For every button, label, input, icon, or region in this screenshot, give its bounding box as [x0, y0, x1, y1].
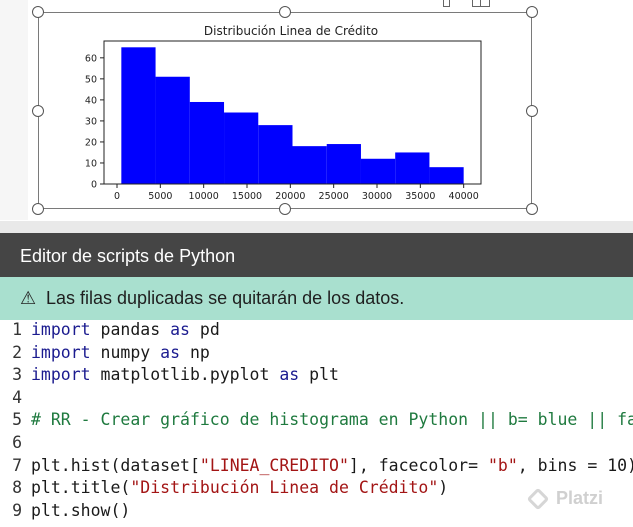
histogram-bar-3 [189, 101, 225, 184]
histogram-bar-1 [121, 47, 156, 184]
line-number: 9 [12, 500, 22, 520]
line-number: 3 [12, 365, 22, 385]
chart-title: Distribución Linea de Crédito [204, 24, 378, 38]
code-line-5[interactable]: 5 # RR - Crear gráfico de histograma en P… [0, 410, 633, 432]
x-tick-label: 20000 [275, 191, 305, 202]
pane-separator[interactable] [0, 221, 633, 233]
line-number: 6 [12, 433, 22, 452]
code-line-2[interactable]: 2 import numpy as np [0, 343, 210, 365]
histogram-bar-5 [258, 125, 293, 184]
line-number: 7 [12, 455, 22, 475]
x-tick-label: 15000 [232, 191, 262, 202]
line-number: 5 [12, 410, 22, 430]
code-text: import pandas as pd [31, 320, 220, 339]
duplicate-rows-message: Las filas duplicadas se quitarán de los … [46, 288, 405, 308]
histogram-bar-4 [224, 112, 259, 184]
code-line-9[interactable]: 9 plt.show() [0, 501, 130, 523]
code-text: plt.show() [31, 500, 131, 520]
code-text: plt.hist(dataset["LINEA_CREDITO"], facec… [31, 455, 633, 475]
x-tick-label: 5000 [148, 191, 172, 202]
y-tick-label: 30 [85, 116, 97, 127]
histogram-bar-6 [292, 146, 327, 184]
code-line-8[interactable]: 8 plt.title("Distribución Linea de Crédit… [0, 478, 448, 500]
histogram-bar-9 [395, 152, 430, 184]
histogram-bars [121, 47, 464, 184]
code-line-1[interactable]: 1 import pandas as pd [0, 320, 220, 342]
code-text: import numpy as np [31, 342, 210, 362]
y-tick-label: 40 [85, 95, 97, 106]
code-line-6[interactable]: 6 [0, 433, 31, 455]
x-tick-label: 40000 [449, 191, 479, 202]
y-tick-label: 0 [91, 180, 97, 191]
code-line-4[interactable]: 4 [0, 388, 31, 410]
line-number: 4 [12, 387, 22, 407]
histogram-bar-8 [360, 158, 396, 184]
y-tick-label: 60 [85, 53, 97, 64]
y-tick-label: 20 [85, 137, 97, 148]
report-canvas: Distribución Linea de Crédito 0 5000 10000… [0, 0, 633, 220]
x-tick-label: 30000 [362, 191, 392, 202]
warning-icon: ⚠ [20, 288, 37, 309]
histogram-chart: Distribución Linea de Crédito 0 5000 10000… [85, 24, 482, 202]
x-tick-label: 25000 [319, 191, 349, 202]
histogram-bar-7 [326, 144, 361, 184]
code-line-3[interactable]: 3 import matplotlib.pyplot as plt [0, 365, 339, 387]
line-number: 2 [12, 342, 22, 362]
line-number: 8 [12, 478, 22, 498]
histogram-bar-10 [429, 167, 464, 184]
y-tick-label: 10 [85, 158, 97, 169]
histogram-bar-2 [155, 76, 190, 184]
line-number: 1 [12, 320, 22, 339]
code-text: import matplotlib.pyplot as plt [31, 365, 339, 385]
code-line-7[interactable]: 7 plt.hist(dataset["LINEA_CREDITO"], face… [0, 456, 633, 478]
x-tick-label: 10000 [189, 191, 219, 202]
platzi-watermark: Platzi [556, 488, 604, 508]
script-editor-title: Editor de scripts de Python [20, 246, 236, 266]
x-tick-label: 0 [114, 191, 120, 202]
code-text: # RR - Crear gráfico de histograma en Py… [31, 410, 633, 430]
x-tick-label: 35000 [405, 191, 435, 202]
y-tick-label: 50 [85, 74, 97, 85]
code-text: plt.title("Distribución Linea de Crédito… [31, 478, 449, 498]
